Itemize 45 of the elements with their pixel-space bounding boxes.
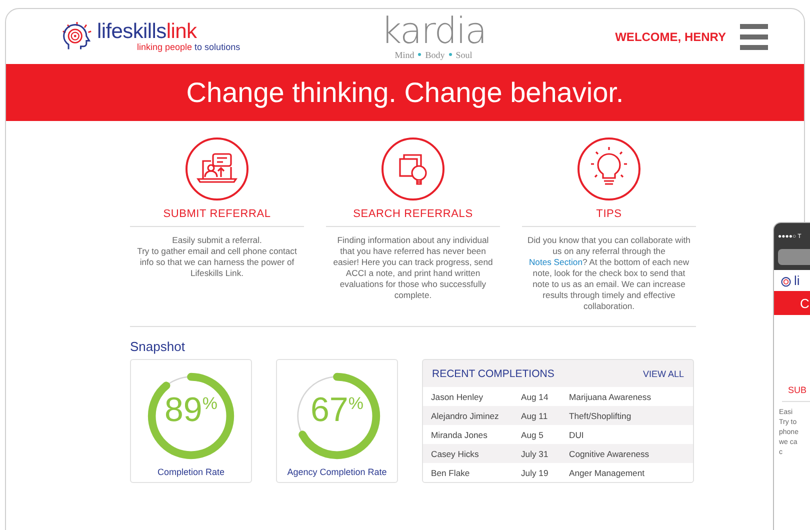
brand-name: li [794, 274, 800, 287]
table-row[interactable]: Miranda Jones Aug 5 DUI [423, 425, 693, 444]
view-all-link[interactable]: VIEW ALL [642, 368, 684, 378]
feature-title[interactable]: TIPS [596, 208, 622, 220]
lightbulb-icon[interactable] [577, 137, 641, 201]
percentage-value: 89$^{%}$ [164, 393, 218, 427]
feature-title: SUB [787, 385, 808, 395]
table-cell-text: Theft/Shoplifting [569, 410, 632, 420]
section-title: Snapshot [130, 339, 186, 354]
partner-tagline: Mind Body Soul [394, 50, 474, 60]
notes-section-link[interactable]: Notes Section [528, 257, 582, 267]
card-title: RECENT COMPLETIONS [432, 368, 554, 380]
table-row[interactable]: Jason Henley Aug 14 Marijuana Awareness [423, 387, 693, 406]
gauge-label: Completion Rate [157, 467, 225, 477]
table-cell-text: Casey Hicks [431, 448, 480, 458]
banner-title: Change thinking. Change behavior. [186, 76, 624, 108]
table-cell-text: Aug 11 [521, 410, 549, 420]
table-row[interactable]: Ben Flake July 19 Anger Management [423, 463, 693, 482]
table-cell-text: Miranda Jones [431, 430, 488, 440]
banner-title: C [800, 296, 810, 310]
laptop-upload-icon[interactable] [185, 137, 249, 201]
table-cell-text: Alejandro Jiminez [431, 410, 500, 420]
feature-description: Did you know that you can collaborate with us on any referral through the Notes Section? At the bottom of each new note, look for the check box to send that note to us as an email. We can increase results through timely and effective collaboration. [526, 235, 692, 312]
brand-tagline: linking people to solutions [137, 42, 240, 52]
feature-description: Finding information about any individual that you have referred has never been easier! Here you can track progress, send ACCI a note, and print hand written evaluations for those who successfully complete. [332, 235, 494, 301]
table-cell-text: Anger Management [569, 468, 646, 478]
table-cell-text: Aug 5 [521, 430, 544, 440]
feature-description: Easily submit a referral. Try to gather email and cell phone contact info so that we can harness the power of Lifeskills Link. [136, 235, 298, 279]
table-cell-text: Marijuana Awareness [569, 392, 652, 402]
table-cell-text: July 31 [521, 448, 550, 458]
magnifier-icon[interactable] [381, 137, 445, 201]
table-cell-text: Aug 14 [521, 392, 550, 402]
welcome-text: WELCOME, HENRY [615, 30, 726, 44]
gauge-label: Agency Completion Rate [287, 467, 387, 477]
feature-title[interactable]: SUBMIT REFERRAL [163, 208, 271, 220]
partner-logo-text: kardia [380, 14, 488, 50]
brand-name[interactable]: lifeskillslink [97, 21, 240, 42]
table-cell-text: DUI [569, 430, 585, 440]
table-cell-text: Jason Henley [431, 392, 484, 402]
percentage-value: 67$^{%}$ [310, 393, 364, 427]
table-cell-text: July 19 [521, 468, 550, 478]
table-cell-text: Ben Flake [431, 468, 471, 478]
table-cell-text: Cognitive Awareness [569, 448, 650, 458]
menu-icon[interactable] [740, 24, 768, 50]
feature-title[interactable]: SEARCH REFERRALS [353, 208, 473, 220]
